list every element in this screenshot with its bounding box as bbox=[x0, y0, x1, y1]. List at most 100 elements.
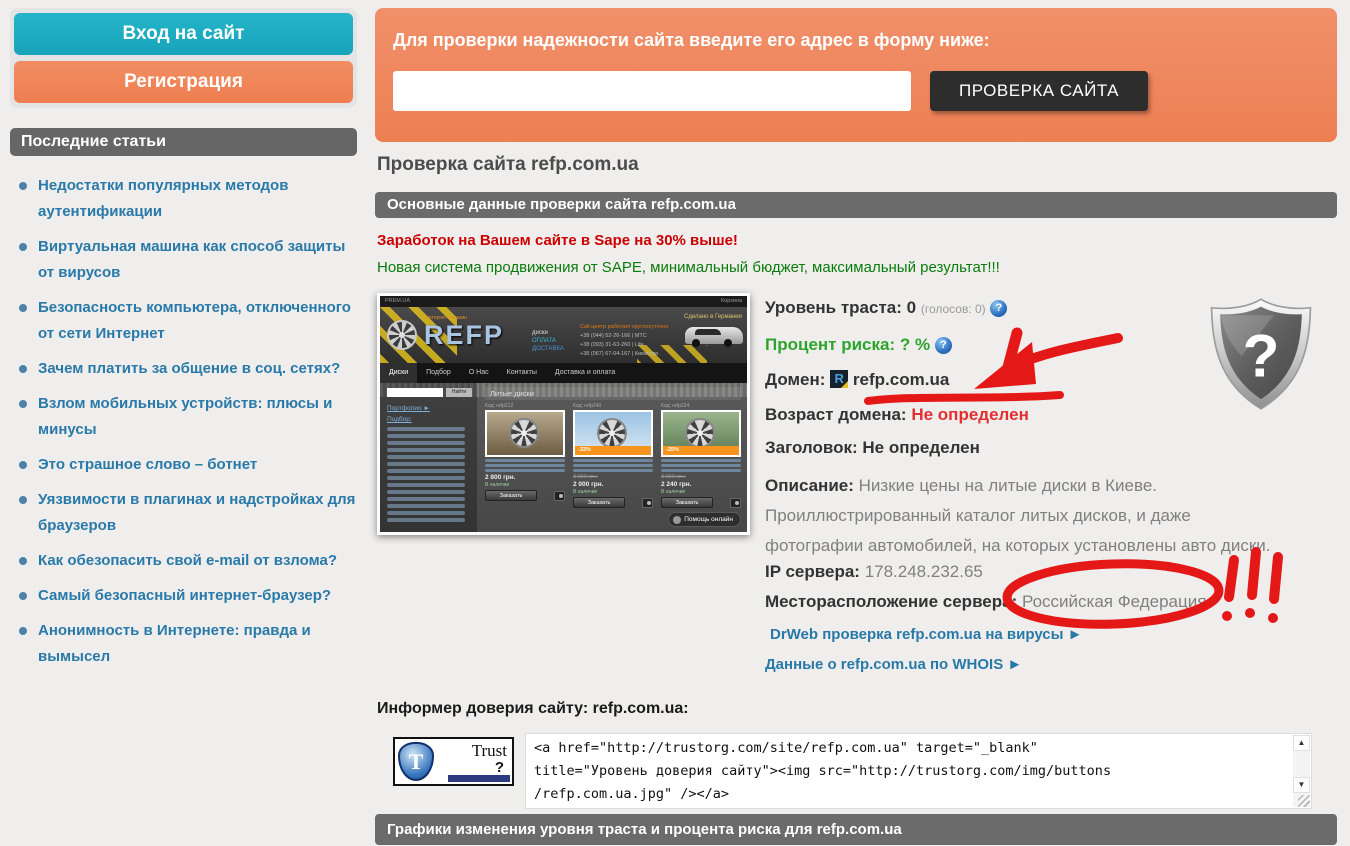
thumb-link: ОПЛАТА bbox=[532, 337, 564, 345]
article-link[interactable]: Взлом мобильных устройств: плюсы и минус… bbox=[38, 395, 332, 438]
whois-row: Данные о refp.com.ua по WHOIS ► bbox=[765, 656, 1350, 673]
site-url-input[interactable] bbox=[393, 71, 911, 111]
server-ip-label: IP сервера: bbox=[765, 562, 860, 581]
product-card: Код: refp240 -33% 3 000 грн. 2 000 грн. … bbox=[573, 403, 653, 508]
product-price: 2 000 грн. bbox=[573, 481, 653, 488]
article-link[interactable]: Как обезопасить свой e-mail от взлома? bbox=[38, 552, 337, 569]
description-value: фотографии автомобилей, на которых устан… bbox=[765, 531, 1350, 561]
thumb-list-row bbox=[387, 455, 465, 459]
sidebar: Вход на сайт Регистрация Последние стать… bbox=[10, 8, 357, 679]
order-button: Заказать bbox=[573, 497, 625, 508]
thumb-topbar: PREM.UA Корзина bbox=[380, 296, 747, 307]
domain-label: Домен: bbox=[765, 370, 825, 389]
server-ip-value: 178.248.232.65 bbox=[865, 562, 983, 581]
sape-promo-subline: Новая система продвижения от SAPE, миним… bbox=[377, 259, 1000, 276]
product-image: -33% bbox=[573, 410, 653, 457]
article-link[interactable]: Недостатки популярных методов аутентифик… bbox=[38, 177, 288, 220]
site-screenshot-thumbnail[interactable]: PREM.UA Корзина интернет магазин REFP ди… bbox=[377, 293, 750, 535]
product-image bbox=[485, 410, 565, 457]
camera-icon bbox=[554, 491, 565, 501]
discount-badge: -25% bbox=[663, 446, 739, 455]
thumb-list-row bbox=[387, 448, 465, 452]
unknown-trust-shield-icon: ? bbox=[1207, 297, 1315, 411]
risk-percent-label: Процент риска: bbox=[765, 335, 895, 354]
server-location-value: Российская Федерация bbox=[1022, 592, 1206, 611]
help-icon[interactable]: ? bbox=[935, 337, 952, 354]
article-link[interactable]: Анонимность в Интернете: правда и вымысе… bbox=[38, 622, 311, 665]
product-card: Код: refp234 -25% 3 000 грн. 2 240 грн. … bbox=[661, 403, 741, 508]
check-banner: Для проверки надежности сайта введите ег… bbox=[375, 8, 1337, 142]
thumb-list-row bbox=[387, 490, 465, 494]
thumb-nav-item: Контакты bbox=[498, 363, 546, 383]
description-value: Низкие цены на литые диски в Киеве. bbox=[859, 476, 1157, 495]
phone-line: +38 (044) 52-26-166 | МТС bbox=[580, 332, 668, 341]
badge-word: Trust bbox=[472, 741, 507, 761]
wheel-logo-icon bbox=[387, 320, 417, 350]
phone-line: +38 (093) 31-63-260 | Life bbox=[580, 341, 668, 350]
cart-label: Корзина bbox=[721, 296, 742, 307]
domain-age-label: Возраст домена: bbox=[765, 405, 907, 424]
order-button: Заказать bbox=[661, 497, 713, 508]
site-title-label: Заголовок: bbox=[765, 438, 858, 457]
camera-icon bbox=[642, 498, 653, 508]
login-button[interactable]: Вход на сайт bbox=[14, 13, 353, 55]
thumb-list-row bbox=[387, 511, 465, 515]
thumb-list-row bbox=[387, 434, 465, 438]
sape-promo-headline: Заработок на Вашем сайте в Sape на 30% в… bbox=[377, 232, 738, 249]
main-content: Для проверки надежности сайта введите ег… bbox=[375, 0, 1337, 846]
article-link[interactable]: Самый безопасный интернет-браузер? bbox=[38, 587, 331, 604]
trust-level-value: 0 bbox=[907, 298, 916, 317]
list-item: Недостатки популярных методов аутентифик… bbox=[10, 173, 357, 225]
whois-link[interactable]: Данные о refp.com.ua по WHOIS ► bbox=[765, 656, 1022, 673]
site-favicon: R bbox=[830, 370, 848, 388]
list-item: Взлом мобильных устройств: плюсы и минус… bbox=[10, 391, 357, 443]
badge-strip bbox=[448, 775, 510, 782]
thumb-nav: Диски Подбор О Нас Контакты Доставка и о… bbox=[380, 363, 747, 383]
article-link[interactable]: Виртуальная машина как способ защиты от … bbox=[38, 238, 345, 281]
thumb-side-link: Подбор: bbox=[387, 416, 472, 423]
scroll-up-icon[interactable]: ▲ bbox=[1293, 735, 1310, 751]
check-site-button[interactable]: ПРОВЕРКА САЙТА bbox=[930, 71, 1148, 111]
description-value: Проиллюстрированный каталог литых дисков… bbox=[765, 501, 1350, 531]
site-title-row: Заголовок: Не определен bbox=[765, 437, 1350, 459]
thumb-header: интернет магазин REFP диски ОПЛАТА ДОСТА… bbox=[380, 307, 747, 363]
thumb-list-row bbox=[387, 483, 465, 487]
article-link[interactable]: Уязвимости в плагинах и надстройках для … bbox=[38, 491, 355, 534]
product-code: Код: refp234 bbox=[661, 403, 741, 409]
drweb-check-row: DrWeb проверка refp.com.ua на вирусы ► bbox=[765, 626, 1350, 643]
main-data-section-bar: Основные данные проверки сайта refp.com.… bbox=[375, 192, 1337, 218]
resize-grip[interactable] bbox=[1298, 795, 1310, 807]
badge-question: ? bbox=[495, 759, 504, 776]
thumb-link: диски bbox=[532, 329, 564, 337]
thumb-search-input bbox=[387, 388, 443, 397]
phone-line: +38 (067) 67-04-167 | Киевстар bbox=[580, 350, 668, 359]
drweb-check-link[interactable]: DrWeb проверка refp.com.ua на вирусы ► bbox=[770, 626, 1082, 643]
car-image bbox=[685, 327, 743, 344]
article-link[interactable]: Безопасность компьютера, отключенного от… bbox=[38, 299, 351, 342]
articles-list: Недостатки популярных методов аутентифик… bbox=[10, 173, 357, 670]
banner-prompt: Для проверки надежности сайта введите ег… bbox=[393, 30, 990, 51]
scroll-down-icon[interactable]: ▼ bbox=[1293, 777, 1310, 793]
order-button: Заказать bbox=[485, 490, 537, 501]
description-label: Описание: bbox=[765, 476, 854, 495]
thumb-side-link: Портфолио ► bbox=[387, 405, 472, 412]
thumb-list-row bbox=[387, 441, 465, 445]
help-icon[interactable]: ? bbox=[990, 300, 1007, 317]
auth-card: Вход на сайт Регистрация bbox=[10, 8, 357, 108]
thumb-list-row bbox=[387, 469, 465, 473]
thumb-search-button: Найти bbox=[446, 388, 472, 397]
server-location-label: Месторасположение сервера: bbox=[765, 592, 1017, 611]
product-price: 2 240 грн. bbox=[661, 481, 741, 488]
thumb-nav-item: О Нас bbox=[460, 363, 498, 383]
article-link[interactable]: Это страшное слово – ботнет bbox=[38, 456, 257, 473]
thumb-phones: Call-центр работает круглосуточно +38 (0… bbox=[580, 323, 668, 359]
informer-code[interactable]: <a href="http://trustorg.com/site/refp.c… bbox=[534, 737, 1289, 806]
list-item: Анонимность в Интернете: правда и вымысе… bbox=[10, 618, 357, 670]
site-title-value: Не определен bbox=[862, 438, 980, 457]
article-link[interactable]: Зачем платить за общение в соц. сетях? bbox=[38, 360, 340, 377]
informer-code-box[interactable]: <a href="http://trustorg.com/site/refp.c… bbox=[525, 733, 1312, 809]
thumb-list-row bbox=[387, 518, 465, 522]
register-button[interactable]: Регистрация bbox=[14, 61, 353, 103]
product-stock: В наличии bbox=[661, 489, 741, 495]
product-old-price: 3 000 грн. bbox=[661, 474, 741, 480]
